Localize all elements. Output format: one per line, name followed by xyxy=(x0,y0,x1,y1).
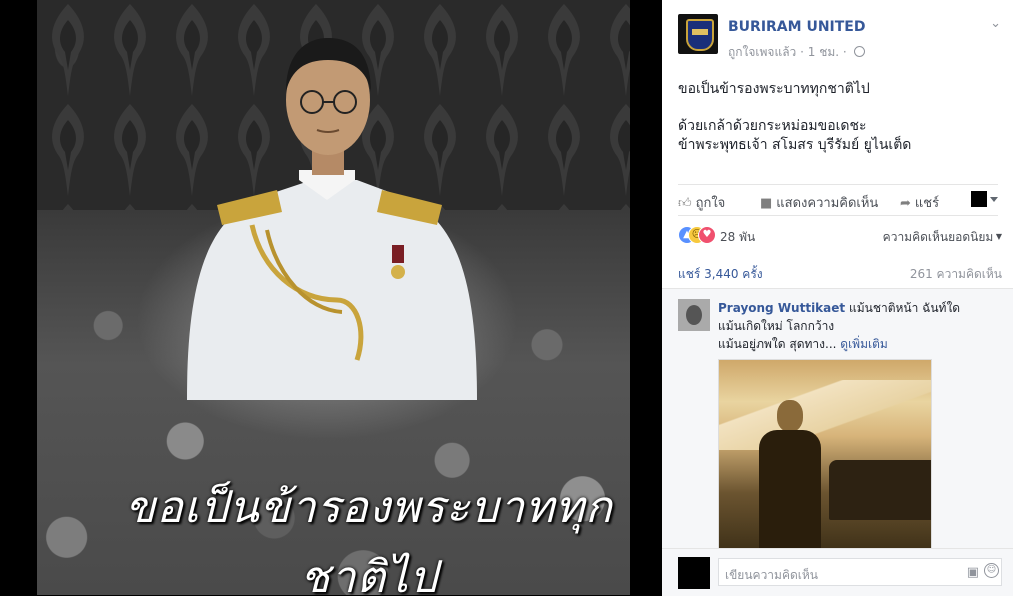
post-message: ขอเป็นข้ารองพระบาททุกชาติไป ด้วยเกล้าด้ว… xyxy=(678,80,998,155)
love-reaction-icon: ♥ xyxy=(698,226,716,244)
comment-line: แม้นอยู่ภพใด สุดทาง... xyxy=(718,337,837,351)
comments-list: Prayong Wuttikaet แม้นชาติหน้า ฉันท์ใด แ… xyxy=(662,288,1013,551)
page-avatar[interactable] xyxy=(678,14,718,54)
comment-input[interactable]: เขียนความคิดเห็น xyxy=(718,558,1002,586)
reaction-count[interactable]: 28 พัน xyxy=(720,228,755,247)
globe-icon[interactable] xyxy=(853,46,865,57)
meta-separator: · xyxy=(842,45,851,59)
share-button[interactable]: ➦ แชร์ xyxy=(900,192,939,213)
chevron-down-icon[interactable]: ⌄ xyxy=(990,16,1001,31)
page-name-link[interactable]: BURIRAM UNITED xyxy=(728,19,865,35)
post-photo-viewer[interactable]: ขอเป็นข้ารองพระบาททุกชาติไป xyxy=(0,0,662,595)
top-comments-dropdown[interactable]: ความคิดเห็นยอดนิยม ▼ xyxy=(883,228,1002,247)
caret-down-icon xyxy=(990,196,998,202)
commenter-avatar[interactable] xyxy=(678,299,710,331)
photo-caption: ขอเป็นข้ารองพระบาททุกชาติไป xyxy=(125,482,613,595)
comment-button[interactable]: ■ แสดงความคิดเห็น xyxy=(760,192,878,213)
post-line: ขอเป็นข้ารองพระบาททุกชาติไป xyxy=(678,81,870,97)
caret-down-icon: ▼ xyxy=(993,232,1002,241)
like-button[interactable]: 👍︎ ถูกใจ xyxy=(678,192,725,213)
camera-icon[interactable]: ▣ xyxy=(967,565,979,580)
comment-count[interactable]: 261 ความคิดเห็น xyxy=(910,265,1002,284)
comment-body: Prayong Wuttikaet แม้นชาติหน้า ฉันท์ใด แ… xyxy=(718,299,1003,353)
action-bar: 👍︎ ถูกใจ ■ แสดงความคิดเห็น ➦ แชร์ xyxy=(678,184,998,216)
see-more-link[interactable]: ดูเพิ่มเติม xyxy=(840,337,888,351)
post-sidebar: BURIRAM UNITED ถูกใจเพจแล้ว · 1 ชม. · ⌄ … xyxy=(662,0,1013,596)
comment-line: แม้นเกิดใหม่ โลกกว้าง xyxy=(718,319,835,333)
comment-icon: ■ xyxy=(760,196,773,211)
share-arrow-icon: ➦ xyxy=(900,196,911,211)
comment-composer: เขียนความคิดเห็น ▣ ☺ xyxy=(662,548,1013,596)
comment-line: แม้นชาติหน้า ฉันท์ใด xyxy=(848,301,961,315)
meta-separator: · xyxy=(800,45,808,59)
commenter-name[interactable]: Prayong Wuttikaet xyxy=(718,301,845,315)
avatar xyxy=(971,191,987,207)
reaction-summary[interactable]: ▲ ☹ ♥ 28 พัน ความคิดเห็นยอดนิยม ▼ xyxy=(678,225,1008,245)
post-photo[interactable]: ขอเป็นข้ารองพระบาททุกชาติไป xyxy=(37,0,630,595)
post-timestamp[interactable]: 1 ชม. xyxy=(808,45,839,59)
post-line: ด้วยเกล้าด้วยกระหม่อมขอเดชะ xyxy=(678,118,867,134)
liked-page-label[interactable]: ถูกใจเพจแล้ว xyxy=(728,45,796,59)
comment-photo[interactable] xyxy=(718,359,932,551)
post-meta: ถูกใจเพจแล้ว · 1 ชม. · xyxy=(728,43,865,62)
club-crest-logo xyxy=(686,19,714,51)
avatar xyxy=(678,557,710,589)
share-count-link[interactable]: แชร์ 3,440 ครั้ง xyxy=(678,265,763,284)
audience-selector[interactable] xyxy=(971,191,998,207)
post-line: ข้าพระพุทธเจ้า สโมสร บุรีรัมย์ ยูไนเต็ด xyxy=(678,137,912,153)
thumbs-up-icon: 👍︎ xyxy=(678,196,692,211)
smile-icon[interactable]: ☺ xyxy=(984,563,999,578)
